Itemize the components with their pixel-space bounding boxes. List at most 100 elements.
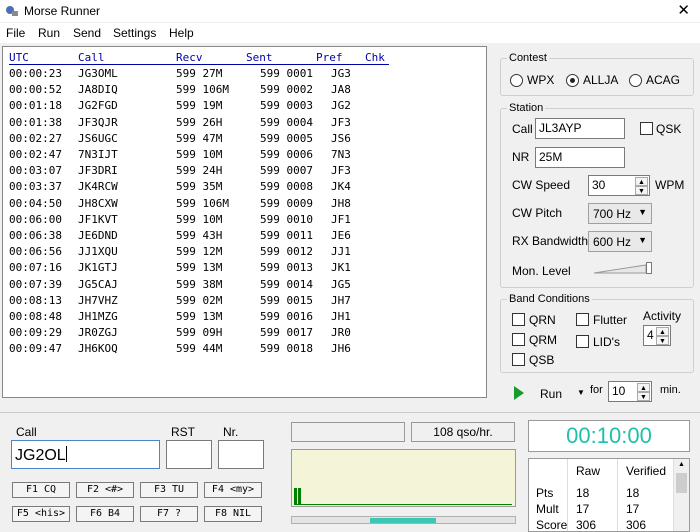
- mon-level-slider[interactable]: [592, 261, 654, 275]
- qrm-label: QRM: [529, 333, 557, 347]
- log-sent: 599 0014: [260, 277, 313, 291]
- log-recv: 599 44M: [176, 342, 223, 356]
- f7-query-button[interactable]: F7 ?: [140, 506, 198, 522]
- spin-up-icon[interactable]: ▲: [635, 177, 648, 186]
- station-call-label: Call: [512, 122, 533, 136]
- log-call: JS6UGC: [78, 131, 118, 145]
- station-nr-label: NR: [512, 150, 530, 164]
- log-utc: 00:06:56: [9, 245, 62, 259]
- log-call: JF3QJR: [78, 115, 118, 129]
- cw-speed-spinner[interactable]: 30 ▲ ▼: [588, 175, 650, 196]
- entry-nr-label: Nr.: [223, 425, 239, 439]
- flutter-checkbox[interactable]: [576, 313, 589, 326]
- log-call: JG2FGD: [78, 99, 118, 113]
- signal-marker: [294, 488, 297, 504]
- log-utc: 00:00:52: [9, 83, 62, 97]
- close-icon[interactable]: ✕: [677, 1, 690, 19]
- menu-settings[interactable]: Settings: [113, 26, 156, 40]
- log-recv: 599 27M: [176, 67, 223, 80]
- f3-tu-button[interactable]: F3 TU: [140, 482, 198, 498]
- run-minutes-spinner[interactable]: 10 ▲ ▼: [608, 381, 652, 402]
- band-map-scrollbar[interactable]: [291, 516, 516, 524]
- spin-up-icon[interactable]: ▲: [637, 383, 650, 392]
- log-call: JG5CAJ: [78, 277, 118, 291]
- f2-exchange-button[interactable]: F2 <#>: [76, 482, 134, 498]
- log-utc: 00:06:38: [9, 229, 62, 242]
- lids-checkbox[interactable]: [576, 335, 589, 348]
- log-pref: JG5: [331, 277, 351, 291]
- score-mult-raw: 17: [576, 502, 590, 516]
- menu-bar: File Run Send Settings Help: [0, 23, 700, 43]
- log-recv: 599 12M: [176, 245, 223, 259]
- log-header-underline: [9, 64, 389, 65]
- log-utc: 00:01:18: [9, 99, 62, 113]
- status-panel: [291, 422, 405, 442]
- qrn-checkbox[interactable]: [512, 313, 525, 326]
- station-nr-input[interactable]: 25M: [535, 147, 625, 168]
- qrm-checkbox[interactable]: [512, 333, 525, 346]
- contest-acag-radio[interactable]: [629, 74, 642, 87]
- menu-help[interactable]: Help: [169, 26, 194, 40]
- log-pref: JF3: [331, 115, 351, 129]
- f1-cq-button[interactable]: F1 CQ: [12, 482, 70, 498]
- menu-file[interactable]: File: [6, 26, 25, 40]
- cw-speed-arrows[interactable]: ▲ ▼: [635, 177, 648, 195]
- qsb-checkbox[interactable]: [512, 353, 525, 366]
- log-sent: 599 0012: [260, 245, 313, 259]
- entry-nr-input[interactable]: [218, 440, 264, 469]
- mon-level-thumb[interactable]: [646, 262, 652, 274]
- rx-bandwidth-select[interactable]: 600 Hz ▼: [588, 231, 652, 252]
- f4-my-call-button[interactable]: F4 <my>: [204, 482, 262, 498]
- signal-baseline: [294, 504, 512, 505]
- log-recv: 599 10M: [176, 148, 223, 161]
- f8-nil-button[interactable]: F8 NIL: [204, 506, 262, 522]
- run-min-label: min.: [660, 384, 681, 396]
- log-sent: 599 0011: [260, 229, 313, 242]
- title-bar: Morse Runner ✕: [0, 0, 700, 22]
- mon-level-track: [593, 264, 647, 274]
- chevron-down-icon: ▼: [638, 235, 647, 245]
- spin-up-icon[interactable]: ▲: [656, 327, 669, 336]
- station-call-input[interactable]: JL3AYP: [535, 118, 625, 139]
- scroll-up-icon[interactable]: ▲: [674, 459, 689, 471]
- qsk-label: QSK: [656, 122, 682, 136]
- contest-allja-radio[interactable]: [566, 74, 579, 87]
- spin-down-icon[interactable]: ▼: [635, 186, 648, 195]
- contest-allja-label: ALLJA: [583, 73, 619, 87]
- activity-arrows[interactable]: ▲ ▼: [656, 327, 669, 345]
- log-pref: JK1: [331, 261, 351, 275]
- log-utc: 00:03:07: [9, 164, 62, 178]
- spin-down-icon[interactable]: ▼: [637, 392, 650, 401]
- f6-b4-button[interactable]: F6 B4: [76, 506, 134, 522]
- run-play-icon[interactable]: [514, 386, 524, 400]
- qsb-label: QSB: [529, 353, 555, 367]
- menu-run[interactable]: Run: [38, 26, 60, 40]
- spin-down-icon[interactable]: ▼: [656, 336, 669, 345]
- log-pref: JG2: [331, 99, 351, 113]
- entry-call-input[interactable]: JG2OL: [11, 440, 160, 469]
- run-button[interactable]: Run: [540, 387, 562, 401]
- rate-panel: 108 qso/hr.: [411, 422, 515, 442]
- run-dropdown-icon[interactable]: ▼: [577, 388, 585, 397]
- log-utc: 00:06:00: [9, 212, 62, 226]
- band-map-scroll-thumb[interactable]: [370, 518, 436, 523]
- activity-spinner[interactable]: 4 ▲ ▼: [643, 325, 671, 346]
- log-utc: 00:08:13: [9, 293, 62, 307]
- score-mult-verified: 17: [626, 502, 640, 516]
- cw-pitch-select[interactable]: 700 Hz ▼: [588, 203, 652, 224]
- f5-his-call-button[interactable]: F5 <his>: [12, 506, 70, 522]
- qrn-label: QRN: [529, 313, 556, 327]
- cw-speed-label: CW Speed: [512, 178, 571, 192]
- cw-speed-value: 30: [592, 178, 606, 192]
- band-map: [291, 449, 516, 507]
- score-scroll-thumb[interactable]: [676, 473, 687, 493]
- score-scrollbar[interactable]: ▲: [673, 459, 689, 531]
- contest-wpx-radio[interactable]: [510, 74, 523, 87]
- menu-send[interactable]: Send: [73, 26, 101, 40]
- log-utc: 00:04:50: [9, 196, 62, 210]
- qso-log[interactable]: UTC Call Recv Sent Pref Chk 00:00:23 JG3O…: [2, 46, 487, 398]
- qsk-checkbox[interactable]: [640, 122, 653, 135]
- run-minutes-arrows[interactable]: ▲ ▼: [637, 383, 650, 401]
- station-legend: Station: [509, 102, 544, 114]
- entry-rst-input[interactable]: [166, 440, 212, 469]
